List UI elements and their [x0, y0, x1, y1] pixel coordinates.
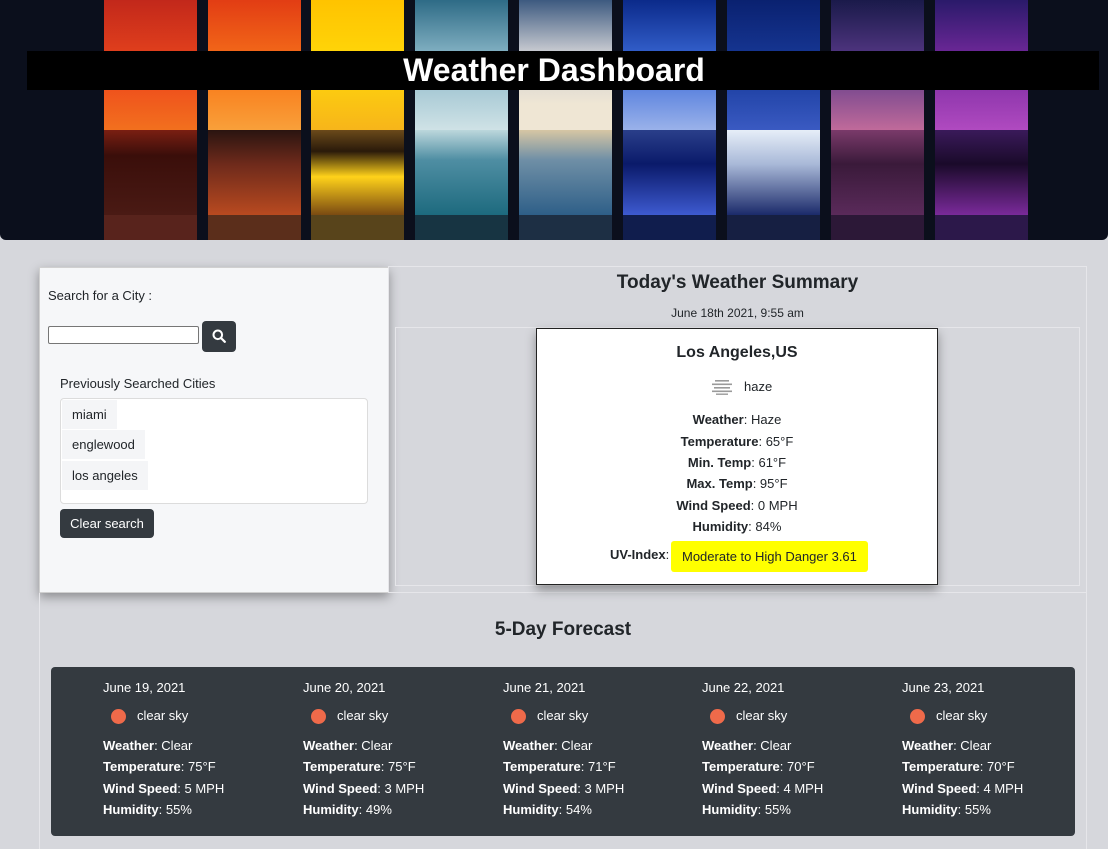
search-icon	[212, 329, 226, 343]
forecast-weather: Weather: Clear	[303, 738, 393, 753]
haze-icon	[712, 380, 732, 395]
forecast-heading: 5-Day Forecast	[494, 619, 632, 640]
forecast-wind-speed: Wind Speed: 5 MPH	[103, 781, 225, 796]
history-item-los-angeles[interactable]: los angeles	[62, 461, 148, 490]
forecast-humidity: Humidity: 55%	[902, 802, 991, 817]
forecast-weather: Weather: Clear	[103, 738, 193, 753]
current-datetime: June 18th 2021, 9:55 am	[671, 306, 804, 320]
history-item-englewood[interactable]: englewood	[62, 430, 145, 459]
search-history-list: miami englewood los angeles	[60, 398, 368, 504]
forecast-weather: Weather: Clear	[702, 738, 792, 753]
max-temp-row: Max. Temp: 95°F	[686, 476, 788, 491]
forecast-temperature: Temperature: 70°F	[902, 759, 1015, 774]
forecast-date: June 21, 2021	[503, 680, 586, 695]
banner-photo-strip	[727, 0, 820, 240]
current-weather-card: Los Angeles,US haze Weather: Haze Temper…	[536, 328, 938, 585]
forecast-wind-speed: Wind Speed: 4 MPH	[702, 781, 824, 796]
forecast-card: June 20, 2021 clear sky Weather: Clear T…	[303, 667, 503, 836]
forecast-wind-speed: Wind Speed: 3 MPH	[503, 781, 625, 796]
forecast-description: clear sky	[936, 708, 988, 723]
history-item-miami[interactable]: miami	[62, 400, 117, 429]
summary-heading: Today's Weather Summary	[616, 272, 859, 293]
forecast-wind-speed: Wind Speed: 4 MPH	[902, 781, 1024, 796]
uv-index-badge: Moderate to High Danger 3.61	[671, 541, 868, 572]
forecast-card: June 22, 2021 clear sky Weather: Clear T…	[702, 667, 902, 836]
uv-index-label: UV-Index:	[610, 547, 670, 562]
forecast-date: June 20, 2021	[303, 680, 386, 695]
banner-photo-strip	[831, 0, 924, 240]
forecast-card: June 21, 2021 clear sky Weather: Clear T…	[503, 667, 703, 836]
wind-speed-row: Wind Speed: 0 MPH	[676, 498, 798, 513]
forecast-card: June 19, 2021 clear sky Weather: Clear T…	[103, 667, 303, 836]
humidity-row: Humidity: 84%	[692, 519, 782, 534]
forecast-temperature: Temperature: 75°F	[103, 759, 216, 774]
min-temp-row: Min. Temp: 61°F	[687, 455, 787, 470]
forecast-description: clear sky	[537, 708, 589, 723]
banner-photo-strip	[623, 0, 716, 240]
temperature-row: Temperature: 65°F	[680, 434, 794, 449]
sun-icon	[710, 709, 725, 724]
weather-description: haze	[744, 379, 773, 394]
city-name: Los Angeles,US	[676, 344, 798, 361]
sun-icon	[111, 709, 126, 724]
city-search-input[interactable]	[48, 326, 199, 344]
banner-photo-strip	[415, 0, 508, 240]
banner-photo-strip	[935, 0, 1028, 240]
forecast-humidity: Humidity: 49%	[303, 802, 392, 817]
search-label: Search for a City :	[48, 288, 153, 303]
forecast-temperature: Temperature: 70°F	[702, 759, 815, 774]
search-panel: Search for a City : Previously Searched …	[39, 267, 389, 593]
forecast-temperature: Temperature: 71°F	[503, 759, 616, 774]
sun-icon	[511, 709, 526, 724]
forecast-description: clear sky	[337, 708, 389, 723]
banner-photo-strip	[519, 0, 612, 240]
forecast-panel: June 19, 2021 clear sky Weather: Clear T…	[51, 667, 1075, 836]
sun-icon	[910, 709, 925, 724]
forecast-humidity: Humidity: 55%	[103, 802, 192, 817]
forecast-wind-speed: Wind Speed: 3 MPH	[303, 781, 425, 796]
forecast-description: clear sky	[137, 708, 189, 723]
sun-icon	[311, 709, 326, 724]
forecast-description: clear sky	[736, 708, 788, 723]
forecast-weather: Weather: Clear	[902, 738, 992, 753]
page-title: Weather Dashboard	[403, 52, 705, 88]
forecast-date: June 22, 2021	[702, 680, 785, 695]
forecast-card: June 23, 2021 clear sky Weather: Clear T…	[902, 667, 1102, 836]
forecast-weather: Weather: Clear	[503, 738, 593, 753]
forecast-date: June 23, 2021	[902, 680, 985, 695]
header-banner: Weather Dashboard	[0, 0, 1108, 240]
banner-photo-strip	[104, 0, 197, 240]
forecast-humidity: Humidity: 54%	[503, 802, 592, 817]
forecast-date: June 19, 2021	[103, 680, 186, 695]
banner-photo-strip	[311, 0, 404, 240]
history-heading: Previously Searched Cities	[60, 376, 216, 391]
search-button[interactable]	[202, 321, 236, 352]
forecast-humidity: Humidity: 55%	[702, 802, 791, 817]
forecast-temperature: Temperature: 75°F	[303, 759, 416, 774]
weather-row: Weather: Haze	[692, 412, 782, 427]
banner-photo-strip	[208, 0, 301, 240]
clear-search-button[interactable]: Clear search	[60, 509, 154, 538]
